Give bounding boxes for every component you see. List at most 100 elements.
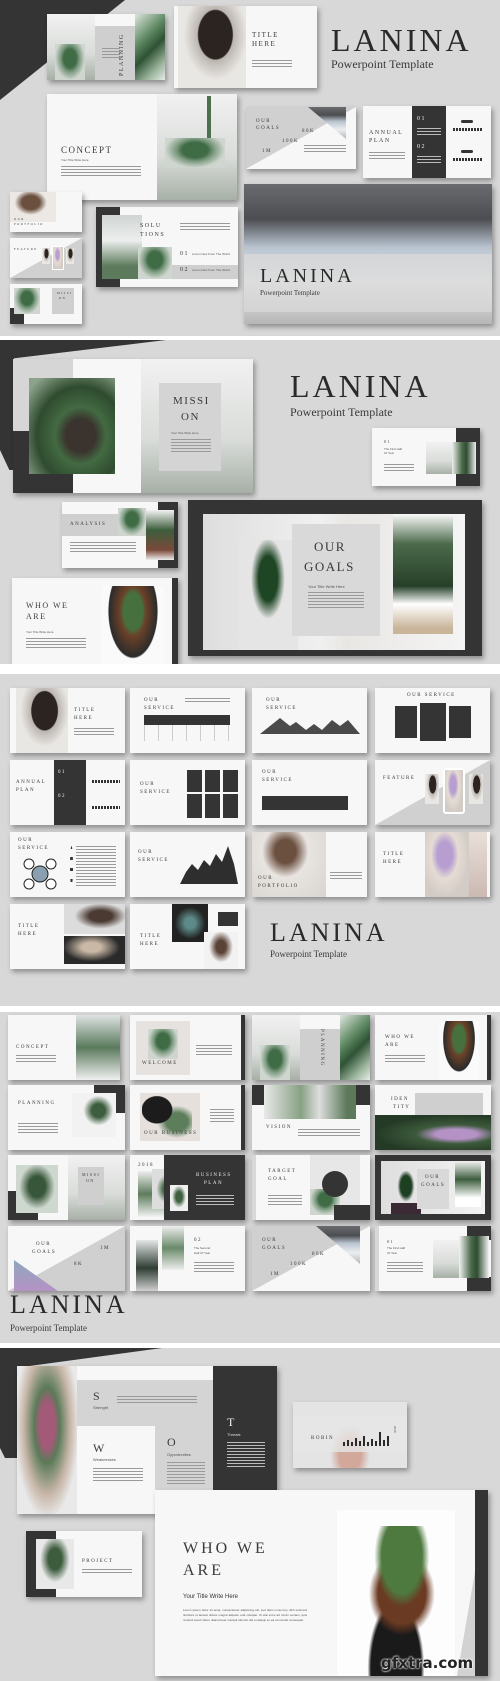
- goals-title-1: OUR: [256, 119, 272, 124]
- corner-shape: [0, 340, 166, 360]
- slide-annual-plan[interactable]: ANNUAL PLAN 01 02: [363, 106, 491, 178]
- lotus-photo: [238, 540, 298, 650]
- grid4-slide-6[interactable]: OUR BUSINESS: [130, 1085, 245, 1150]
- grid3-num: 02: [58, 794, 66, 799]
- grid3-slide-12[interactable]: TITLE HERE: [375, 832, 490, 897]
- grid3-title: OUR: [266, 698, 282, 703]
- grid4-title: OUR: [262, 1238, 278, 1243]
- slide-solutions[interactable]: SOLU TIONS 01 Lorem Now From The World 0…: [96, 207, 238, 287]
- grid4-slide-16[interactable]: 01 The First Half Of Year: [375, 1226, 491, 1291]
- slide-who-we-are[interactable]: WHO WE ARE Your Title Write Here: [12, 578, 178, 664]
- grid3-title: TITLE: [140, 934, 162, 939]
- slide-mission[interactable]: MISSI ON Your Title Write Here: [13, 359, 253, 493]
- grid3-slide-11[interactable]: OUR PORTFOLIO: [252, 832, 367, 897]
- slide-portfolio-small[interactable]: OUR PORTFOLIO: [10, 192, 82, 232]
- grid3-slide-6[interactable]: OUR SERVICE: [130, 760, 245, 825]
- grid4-subtitle: Of Year: [387, 1251, 398, 1255]
- swot-o-letter: O: [167, 1435, 178, 1449]
- who-large-title-2: ARE: [183, 1562, 224, 1579]
- grid4-title: CONCEPT: [16, 1045, 50, 1050]
- grid3-title: FEATURE: [383, 776, 416, 781]
- grid4-slide-4[interactable]: WHO WE ARE: [375, 1015, 491, 1080]
- grid4-slide-11[interactable]: TARGET GOAL: [252, 1155, 370, 1220]
- bar-chart-block: [262, 796, 348, 810]
- slide-title-here[interactable]: TITLE HERE: [174, 6, 317, 88]
- grid3-title: SERVICE: [144, 706, 175, 711]
- robin-title: ROBIN: [311, 1436, 335, 1441]
- grid4-subtitle: The First Half: [387, 1246, 406, 1250]
- solutions-num-01: 01: [180, 251, 189, 257]
- who-large-body: Lorem ipsum dolor sit amet, consectetuer…: [183, 1608, 307, 1622]
- grid4-title: PLANNING: [319, 1029, 324, 1067]
- solutions-text-02: Lorem Now From The World: [192, 268, 230, 272]
- solutions-num-02: 02: [180, 267, 189, 273]
- grid4-title: PLAN: [204, 1181, 224, 1186]
- grid4-subtitle: Half Of Year: [194, 1251, 211, 1255]
- grid3-title: SERVICE: [140, 790, 171, 795]
- portfolio-title-2: PORTFOLIO: [14, 222, 44, 226]
- grid3-slide-4[interactable]: OUR SERVICE: [375, 688, 490, 753]
- grid4-slide-3[interactable]: PLANNING: [252, 1015, 370, 1080]
- annual-num-01: 01: [417, 116, 426, 122]
- grid3-slide-5[interactable]: ANNUAL PLAN 01 02: [10, 760, 125, 825]
- slide-feature-small[interactable]: FEATURE: [10, 238, 82, 278]
- grid3-title: SERVICE: [266, 706, 297, 711]
- grid3-slide-3[interactable]: OUR SERVICE: [252, 688, 367, 753]
- robin-bar-chart: [343, 1432, 389, 1446]
- goals-large-title-2: GOALS: [304, 559, 355, 574]
- grid4-slide-7[interactable]: VISION: [252, 1085, 370, 1150]
- project-plant-photo: [36, 1539, 74, 1589]
- first-half-text-2: Of Year: [384, 451, 395, 455]
- grid3-title: SERVICE: [262, 778, 293, 783]
- slide-project[interactable]: PROJECT: [26, 1531, 142, 1597]
- slide-first-half[interactable]: 01 The First Half Of Year: [372, 428, 480, 486]
- grid4-title: MISSI: [82, 1172, 101, 1177]
- grid3-title: HERE: [140, 942, 160, 947]
- grid3-title: OUR SERVICE: [407, 693, 456, 698]
- grid4-slide-2[interactable]: WELCOME: [130, 1015, 245, 1080]
- grid3-slide-2[interactable]: OUR SERVICE: [130, 688, 245, 753]
- slide-planning[interactable]: PLANNING: [47, 14, 165, 80]
- slide-who-we-are-large[interactable]: WHO WE ARE Your Title Write Here Lorem i…: [155, 1490, 488, 1676]
- target-circle: [322, 1171, 348, 1197]
- grid3-slide-1[interactable]: TITLE HERE: [10, 688, 125, 753]
- grid3-slide-7[interactable]: OUR SERVICE: [252, 760, 367, 825]
- grid4-title: WHO WE: [385, 1035, 415, 1040]
- grid4-slide-13[interactable]: OUR GOALS 1M 8K: [8, 1226, 125, 1291]
- grid3-slide-9[interactable]: OUR SERVICE: [10, 832, 125, 897]
- slide-our-goals[interactable]: OUR GOALS 80K 100K 1M: [246, 107, 356, 169]
- grid4-slide-14[interactable]: 02 The Second Half Of Year: [130, 1226, 245, 1291]
- grid3-slide-8[interactable]: FEATURE: [375, 760, 490, 825]
- grid3-slide-14[interactable]: TITLE HERE: [130, 904, 245, 969]
- slide-hero[interactable]: LANINA Powerpoint Template: [244, 184, 492, 324]
- swot-s-label: Strenght: [93, 1405, 109, 1410]
- planning-leaf-photo: [135, 14, 165, 80]
- grid3-slide-10[interactable]: OUR SERVICE: [130, 832, 245, 897]
- concept-subtitle: Your Title Write Here: [61, 158, 89, 162]
- slide-our-goals-large[interactable]: OUR GOALS Your Title Write Here: [188, 500, 482, 656]
- mission-small-2: ON: [59, 296, 67, 300]
- grid4-slide-12[interactable]: OUR GOALS: [375, 1155, 491, 1220]
- grid4-slide-10[interactable]: 2018 BUSINESS PLAN: [130, 1155, 245, 1220]
- grid4-slide-8[interactable]: IDEN TITY: [375, 1085, 491, 1150]
- annual-title-2: PLAN: [369, 138, 391, 144]
- grid3-title: OUR: [140, 782, 156, 787]
- swot-o-label: Opportunities: [167, 1452, 191, 1457]
- slide-robin[interactable]: ROBIN 2018: [293, 1402, 407, 1468]
- grid4-slide-15[interactable]: OUR GOALS 80K 100K 1M: [252, 1226, 370, 1291]
- grid4-slide-5[interactable]: PLANNING: [8, 1085, 125, 1150]
- grid4-title: 01: [387, 1239, 394, 1244]
- grid3-slide-13[interactable]: TITLE HERE: [10, 904, 125, 969]
- section-2: MISSI ON Your Title Write Here LANINA Po…: [0, 340, 500, 664]
- slide-mission-small[interactable]: MISSI ON: [10, 284, 82, 324]
- grid4-slide-9[interactable]: MISSI ON: [8, 1155, 125, 1220]
- brand-subtitle: Powerpoint Template: [331, 57, 434, 71]
- peak-chart: [180, 846, 238, 884]
- grid4-slide-1[interactable]: CONCEPT: [8, 1015, 120, 1080]
- grid4-title: IDEN: [391, 1097, 409, 1102]
- slide-analysis[interactable]: ANALYSIS: [62, 502, 178, 568]
- grid3-title: PORTFOLIO: [258, 884, 299, 889]
- hydrangea-photo: [375, 1115, 491, 1150]
- service-table-body: [144, 725, 230, 741]
- slide-concept[interactable]: CONCEPT Your Title Write Here: [47, 94, 237, 200]
